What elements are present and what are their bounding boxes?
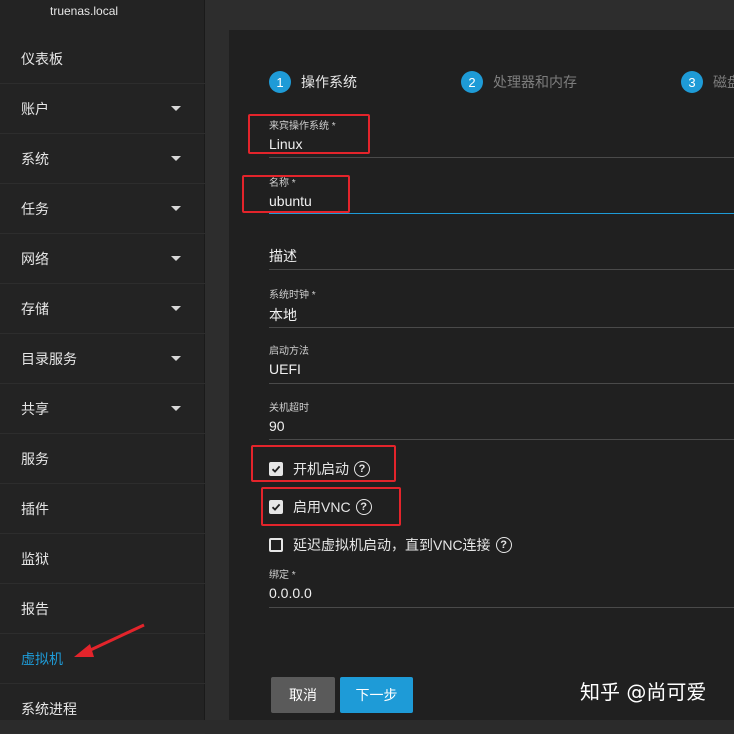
sidebar-item-network[interactable]: 网络 (0, 235, 205, 284)
sidebar-item-label: 插件 (21, 501, 49, 517)
step-label: 磁盘 (713, 74, 734, 90)
chevron-down-icon (171, 206, 181, 211)
sidebar-item-sharing[interactable]: 共享 (0, 385, 205, 434)
sidebar-item-plugins[interactable]: 插件 (0, 485, 205, 534)
chevron-down-icon (171, 356, 181, 361)
sidebar-item-label: 目录服务 (21, 351, 77, 367)
system-clock-select[interactable]: 系统时钟 * 本地 (269, 286, 734, 328)
field-underline (269, 607, 734, 608)
sidebar-item-label: 网络 (21, 251, 49, 267)
step-cpu-memory[interactable]: 2 处理器和内存 (461, 71, 577, 93)
sidebar-item-label: 任务 (21, 201, 49, 217)
sidebar: truenas.local 仪表板 账户 系统 任务 网络 存储 目录服务 共享… (0, 0, 205, 734)
field-label: 系统时钟 * (269, 290, 316, 301)
sidebar-item-label: 虚拟机 (21, 651, 63, 667)
delay-vm-boot-checkbox[interactable] (269, 538, 283, 552)
field-placeholder: 描述 (269, 248, 297, 264)
sidebar-item-label: 系统进程 (21, 701, 77, 717)
sidebar-item-label: 共享 (21, 401, 49, 417)
cancel-button[interactable]: 取消 (271, 677, 335, 713)
field-underline (269, 439, 734, 440)
checkbox-label: 延迟虚拟机启动，直到VNC连接 (293, 537, 491, 553)
sidebar-item-label: 仪表板 (21, 51, 63, 67)
step-number: 2 (461, 71, 483, 93)
next-button[interactable]: 下一步 (340, 677, 413, 713)
field-underline (269, 269, 734, 270)
chevron-down-icon (171, 156, 181, 161)
delay-vm-boot-checkbox-row[interactable]: 延迟虚拟机启动，直到VNC连接 ? (269, 535, 512, 555)
shutdown-timeout-input[interactable]: 关机超时 90 (269, 399, 734, 441)
chevron-down-icon (171, 106, 181, 111)
sidebar-item-label: 系统 (21, 151, 49, 167)
step-label: 操作系统 (301, 74, 357, 90)
sidebar-item-system-processes[interactable]: 系统进程 (0, 685, 205, 734)
watermark: 知乎 @尚可爱 (580, 680, 707, 704)
step-label: 处理器和内存 (493, 74, 577, 90)
sidebar-item-jails[interactable]: 监狱 (0, 535, 205, 584)
description-input[interactable]: 描述 (269, 246, 734, 271)
sidebar-item-label: 服务 (21, 451, 49, 467)
field-underline (269, 383, 734, 384)
sidebar-item-system[interactable]: 系统 (0, 135, 205, 184)
field-label: 绑定 * (269, 570, 296, 581)
annotation-arrow-icon (74, 623, 145, 657)
field-value: 本地 (269, 307, 297, 323)
step-number: 3 (681, 71, 703, 93)
sidebar-item-label: 监狱 (21, 551, 49, 567)
step-disks[interactable]: 3 磁盘 (681, 71, 734, 93)
sidebar-item-dashboard[interactable]: 仪表板 (0, 35, 205, 84)
field-value: UEFI (269, 361, 301, 377)
hostname: truenas.local (50, 4, 119, 18)
sidebar-item-label: 账户 (21, 101, 49, 117)
sidebar-item-accounts[interactable]: 账户 (0, 85, 205, 134)
field-underline (269, 157, 734, 158)
boot-method-select[interactable]: 启动方法 UEFI (269, 342, 734, 384)
annotation-box-guest-os (248, 114, 370, 154)
sidebar-item-label: 报告 (21, 601, 49, 617)
field-underline (269, 213, 734, 214)
help-icon[interactable]: ? (495, 537, 512, 553)
field-value: 90 (269, 418, 285, 434)
chevron-down-icon (171, 306, 181, 311)
sidebar-item-storage[interactable]: 存储 (0, 285, 205, 334)
sidebar-item-label: 存储 (21, 301, 49, 317)
field-label: 启动方法 (269, 346, 309, 357)
annotation-box-name (242, 175, 350, 213)
step-number: 1 (269, 71, 291, 93)
step-operating-system[interactable]: 1 操作系统 (269, 71, 357, 93)
chevron-down-icon (171, 406, 181, 411)
annotation-box-vnc (261, 487, 401, 526)
bind-select[interactable]: 绑定 * 0.0.0.0 (269, 566, 734, 608)
field-value: 0.0.0.0 (269, 585, 312, 601)
field-label: 关机超时 (269, 403, 309, 414)
sidebar-item-directory-services[interactable]: 目录服务 (0, 335, 205, 384)
annotation-box-autostart (251, 445, 396, 482)
sidebar-item-services[interactable]: 服务 (0, 435, 205, 484)
field-underline (269, 327, 734, 328)
chevron-down-icon (171, 256, 181, 261)
sidebar-item-tasks[interactable]: 任务 (0, 185, 205, 234)
